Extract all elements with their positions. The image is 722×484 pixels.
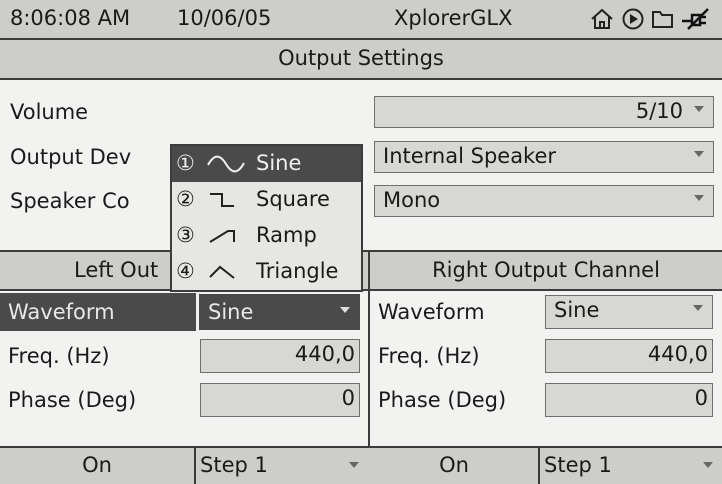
power-plug-icon <box>682 8 709 30</box>
left-channel-title: Left Out <box>74 258 159 282</box>
volume-value: 5/10 <box>635 99 683 123</box>
menu-item-label: Square <box>256 187 330 211</box>
sine-wave-icon <box>207 155 245 173</box>
menu-item-number: ③ <box>176 223 195 247</box>
chevron-down-icon <box>703 462 713 468</box>
speaker-config-value: Mono <box>383 188 441 212</box>
menu-item-number: ① <box>176 151 195 175</box>
menu-item-label: Triangle <box>256 259 339 283</box>
right-freq-input[interactable]: 440,0 <box>545 339 713 373</box>
left-freq-value: 440,0 <box>294 342 355 366</box>
status-bar: 8:06:08 AM 10/06/05 XplorerGLX <box>0 0 722 40</box>
right-phase-value: 0 <box>694 386 708 410</box>
speaker-config-label: Speaker Co <box>10 189 130 213</box>
chevron-down-icon <box>693 305 703 311</box>
output-device-label: Output Dev <box>10 145 132 169</box>
right-step-select[interactable]: Step 1 <box>540 448 722 484</box>
triangle-wave-icon <box>209 265 235 279</box>
menu-item-number: ② <box>176 187 195 211</box>
right-phase-label: Phase (Deg) <box>378 388 507 412</box>
right-freq-label: Freq. (Hz) <box>378 344 480 368</box>
status-date: 10/06/05 <box>177 6 272 30</box>
waveform-dropdown-menu: ① Sine ② Square ③ Ramp ④ Triangle <box>170 144 363 292</box>
right-step-value: Step 1 <box>544 453 612 477</box>
status-time: 8:06:08 AM <box>10 6 131 30</box>
play-icon[interactable] <box>620 7 646 31</box>
menu-item-label: Sine <box>256 151 302 175</box>
chevron-down-icon <box>694 151 704 157</box>
left-step-select[interactable]: Step 1 <box>196 448 368 484</box>
chevron-down-icon <box>349 462 359 468</box>
right-waveform-select[interactable]: Sine <box>545 295 713 329</box>
menu-item-square[interactable]: ② Square <box>172 182 361 218</box>
page-title: Output Settings <box>0 40 722 80</box>
speaker-config-select[interactable]: Mono <box>374 185 714 217</box>
right-waveform-label: Waveform <box>378 300 485 324</box>
right-freq-value: 440,0 <box>647 342 708 366</box>
output-device-value: Internal Speaker <box>383 144 557 168</box>
ramp-wave-icon <box>209 230 235 243</box>
menu-item-sine[interactable]: ① Sine <box>172 146 361 182</box>
menu-item-ramp[interactable]: ③ Ramp <box>172 218 361 254</box>
menu-item-label: Ramp <box>256 223 317 247</box>
volume-select[interactable]: 5/10 <box>374 96 714 128</box>
volume-label: Volume <box>10 100 89 124</box>
right-channel-title: Right Output Channel <box>432 258 660 282</box>
left-on-button[interactable]: On <box>0 448 194 484</box>
right-channel-header: Right Output Channel <box>370 252 722 289</box>
right-phase-input[interactable]: 0 <box>545 383 713 417</box>
left-step-value: Step 1 <box>200 453 268 477</box>
left-waveform-select[interactable]: Sine <box>199 294 360 330</box>
menu-item-number: ④ <box>176 259 195 283</box>
square-wave-icon <box>210 193 234 207</box>
right-on-button[interactable]: On <box>370 448 538 484</box>
left-freq-input[interactable]: 440,0 <box>200 339 360 373</box>
folder-icon[interactable] <box>651 7 675 31</box>
left-waveform-label[interactable]: Waveform <box>0 293 196 331</box>
left-freq-label: Freq. (Hz) <box>8 344 110 368</box>
menu-item-triangle[interactable]: ④ Triangle <box>172 254 361 290</box>
left-waveform-value: Sine <box>208 300 254 324</box>
left-phase-input[interactable]: 0 <box>200 383 360 417</box>
right-waveform-value: Sine <box>554 298 600 322</box>
left-phase-label: Phase (Deg) <box>8 388 137 412</box>
chevron-down-icon <box>694 106 704 112</box>
output-device-select[interactable]: Internal Speaker <box>374 141 714 173</box>
chevron-down-icon <box>694 195 704 201</box>
left-phase-value: 0 <box>341 386 355 410</box>
status-device-name: XplorerGLX <box>394 6 513 30</box>
home-icon[interactable] <box>589 7 615 31</box>
chevron-down-icon <box>340 307 350 313</box>
